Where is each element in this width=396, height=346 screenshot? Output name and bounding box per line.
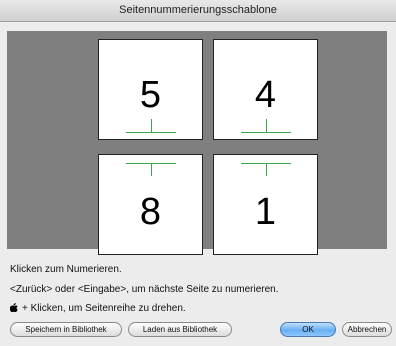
page-number: 8 <box>139 191 162 233</box>
instruction-line-2: <Zurück> oder <Eingabe>, um nächste Seit… <box>10 284 279 295</box>
save-to-library-button[interactable]: Speichern in Bibliothek <box>10 322 122 337</box>
instruction-line-1: Klicken zum Numerieren. <box>10 264 122 275</box>
instruction-line-3: + Klicken, um Seitenreihe zu drehen. <box>10 303 186 314</box>
instruction-line-3-text: + Klicken, um Seitenreihe zu drehen. <box>22 303 186 314</box>
fold-mark-horizontal <box>241 132 291 133</box>
window-title: Seitennummerierungsschablone <box>119 4 277 16</box>
page-top-right[interactable]: 4 <box>213 39 318 140</box>
cancel-button[interactable]: Abbrechen <box>342 322 392 337</box>
title-bar: Seitennummerierungsschablone <box>0 0 396 22</box>
fold-mark-horizontal <box>126 132 176 133</box>
page-top-left[interactable]: 5 <box>98 39 203 140</box>
page-number: 5 <box>139 74 162 116</box>
load-from-library-button[interactable]: Laden aus Bibliothek <box>128 322 232 337</box>
fold-mark-vertical <box>151 163 152 176</box>
page-number: 1 <box>254 191 277 233</box>
fold-mark-vertical <box>266 163 267 176</box>
apple-icon <box>10 303 18 312</box>
ok-button[interactable]: OK <box>280 322 336 337</box>
imposition-canvas: 5 4 8 1 <box>7 31 387 255</box>
page-bottom-right[interactable]: 1 <box>213 154 318 255</box>
page-bottom-left[interactable]: 8 <box>98 154 203 255</box>
fold-mark-vertical <box>151 119 152 132</box>
page-number: 4 <box>254 74 277 116</box>
fold-mark-vertical <box>266 119 267 132</box>
